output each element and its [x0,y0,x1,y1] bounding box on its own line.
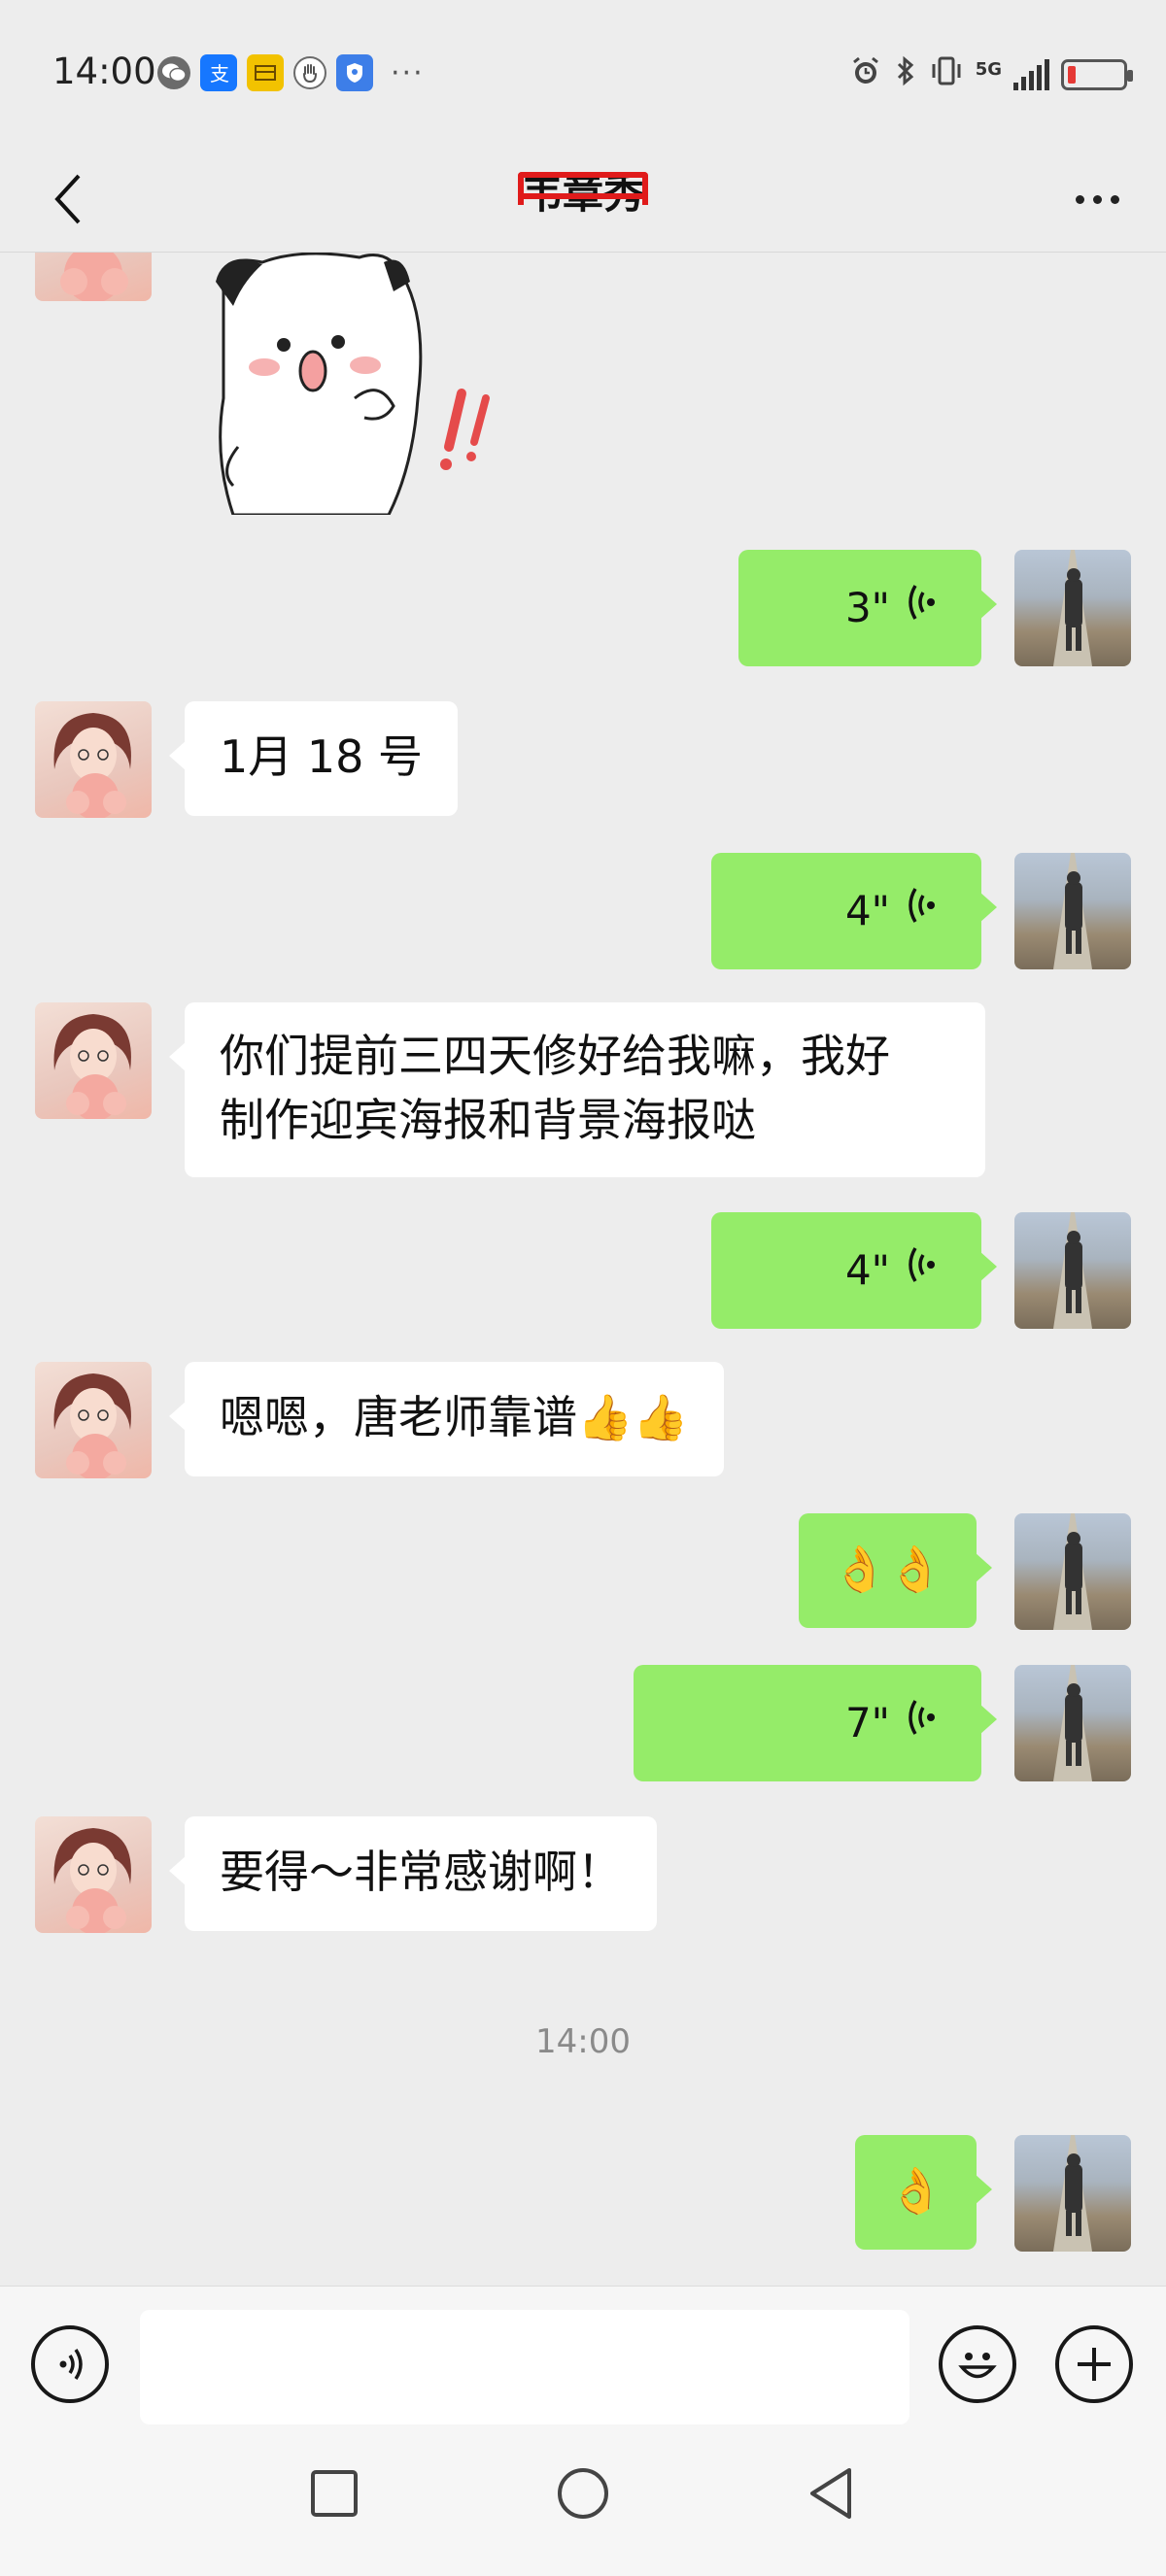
status-bar: 14:00 支 ··· 5G [0,0,1166,146]
voice-duration: 4" [844,1246,890,1294]
message-text: 👌 [888,2164,944,2217]
battery-icon [1061,59,1133,90]
my-avatar[interactable] [1014,2135,1131,2252]
plus-icon[interactable] [1055,2325,1133,2403]
signal-icon [1013,59,1049,90]
text-message[interactable]: 你们提前三四天修好给我嘛，我好 制作迎宾海报和背景海报哒 [169,1002,985,1177]
chat-timestamp: 14:00 [535,2022,631,2061]
contact-avatar[interactable] [35,253,152,301]
recent-apps-icon[interactable] [309,2468,360,2519]
more-notifications: ··· [391,55,425,90]
emoji-message[interactable]: 👌👌 [799,1513,992,1628]
hand-icon [293,56,326,89]
emoji-icon[interactable] [939,2325,1016,2403]
my-avatar[interactable] [1014,1513,1131,1630]
message-text: 嗯嗯，唐老师靠谱👍👍 [220,1391,689,1443]
message-text: 👌👌 [832,1542,943,1595]
alipay-icon: 支 [200,54,237,91]
system-navigation-bar [0,2431,1166,2576]
bank-app-icon [247,54,284,91]
system-status-icons: 5G [849,54,1133,95]
my-avatar[interactable] [1014,550,1131,666]
contact-avatar[interactable] [35,1816,152,1933]
vibrate-icon [929,54,964,95]
message-text: 要得～非常感谢啊！ [220,1846,622,1898]
message-input[interactable] [140,2310,909,2424]
contact-avatar[interactable] [35,1362,152,1478]
bluetooth-icon [894,54,917,95]
back-icon[interactable] [805,2466,859,2521]
more-dots-icon[interactable] [1063,175,1131,223]
surprised-cat-sticker[interactable] [194,253,525,517]
voice-wave-icon [906,1691,939,1755]
my-avatar[interactable] [1014,853,1131,969]
text-message[interactable]: 要得～非常感谢啊！ [169,1816,657,1931]
emoji-message[interactable]: 👌 [855,2135,993,2250]
message-text: 1月 18 号 [220,730,424,783]
text-message[interactable]: 嗯嗯，唐老师靠谱👍👍 [169,1362,724,1476]
my-avatar[interactable] [1014,1212,1131,1329]
contact-avatar[interactable] [35,701,152,818]
chat-header: 韦章秀 [0,146,1166,253]
voice-message[interactable]: 3" [738,550,997,666]
network-type-label: 5G [975,58,1002,80]
voice-input-icon[interactable] [31,2325,109,2403]
message-text-line: 制作迎宾海报和背景海报哒 [220,1094,756,1146]
message-text-line: 你们提前三四天修好给我嘛，我好 [220,1030,890,1082]
wechat-icon [157,56,190,89]
voice-wave-icon [906,879,939,943]
message-list[interactable]: 3" 1月 18 号 4" 你们提前三四天修好给我嘛，我好 制作迎宾海报和背景海… [0,253,1166,2286]
voice-wave-icon [906,1238,939,1303]
voice-message[interactable]: 7" [634,1665,997,1781]
alarm-icon [849,54,882,95]
voice-duration: 7" [844,1699,890,1746]
notification-icons: 支 ··· [157,54,425,91]
status-time: 14:00 [52,51,156,92]
voice-duration: 3" [844,584,890,631]
contact-avatar[interactable] [35,1002,152,1119]
voice-duration: 4" [844,887,890,934]
text-message[interactable]: 1月 18 号 [168,701,459,816]
shield-app-icon [336,54,373,91]
svg-text:支: 支 [210,62,229,85]
input-bar [0,2286,1166,2431]
my-avatar[interactable] [1014,1665,1131,1781]
home-icon[interactable] [556,2466,610,2521]
contact-name: 韦章秀 [516,170,650,218]
voice-wave-icon [906,576,939,640]
voice-message[interactable]: 4" [711,853,997,969]
contact-name-title[interactable]: 韦章秀 [0,161,1166,220]
voice-message[interactable]: 4" [711,1212,997,1329]
